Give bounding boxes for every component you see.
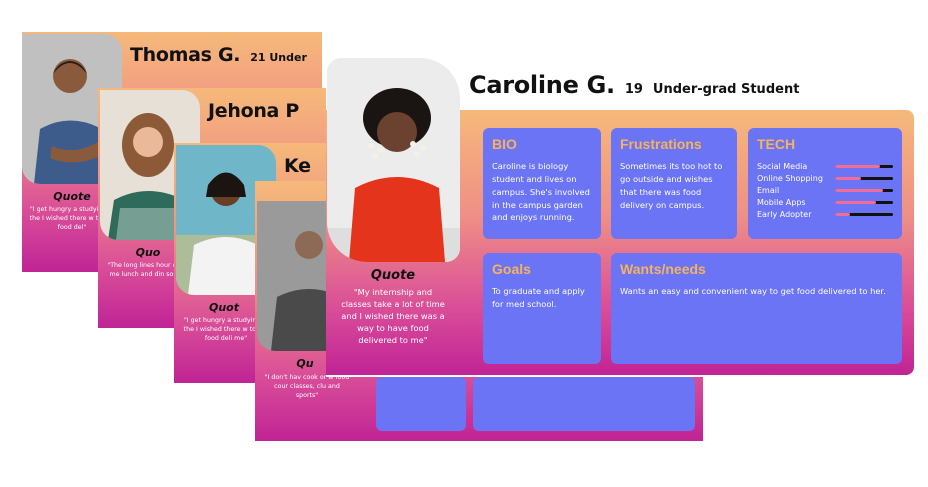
tech-level-bar [835,188,893,192]
tech-level-bar [835,200,893,204]
persona-meta: 21 Under [250,51,307,64]
tech-label: Mobile Apps [757,197,806,207]
tech-label: Email [757,185,780,195]
persona-name-row: Caroline G. 19 Under-grad Student [469,71,799,99]
frustrations-text: Sometimes its too hot to go outside and … [620,161,723,210]
persona-age: 19 [624,82,643,97]
quote-text: "I don't hav cook or w food cour classes… [264,374,350,400]
frustrations-title: Frustrations [620,136,702,152]
persona-card-caroline[interactable]: Caroline G. 19 Under-grad Student Quote "M… [326,57,916,377]
tech-row: Early Adopter [757,208,893,220]
tech-label: Early Adopter [757,209,812,219]
box-partial-2 [473,377,695,431]
frustrations-box: Frustrations Sometimes its too hot to go… [611,128,737,239]
quote-title: Quote [370,268,416,283]
wants-needs-text: Wants an easy and convenient way to get … [620,286,886,296]
quote-text: "My internship and classes take a lot of… [341,287,445,346]
persona-name-row: Ke [284,155,311,177]
persona-role: Under-grad Student [652,82,800,97]
wants-needs-title: Wants/needs [620,261,706,277]
bio-text: Caroline is biology student and lives on… [492,161,590,223]
persona-name: Ke [284,155,311,177]
tech-title: TECH [757,136,796,152]
persona-name: Thomas G. [130,44,241,66]
goals-text: To graduate and apply for med school. [492,286,585,309]
tech-row: Online Shopping [757,172,893,184]
tech-label: Online Shopping [757,173,823,183]
persona-name: Caroline G. [469,71,615,99]
tech-level-bar [835,164,893,168]
bio-title: BIO [492,136,517,152]
goals-box: Goals To graduate and apply for med scho… [483,253,601,364]
wants-needs-box: Wants/needs Wants an easy and convenient… [611,253,902,364]
goals-title: Goals [492,261,531,277]
persona-name-row: Jehona P [208,100,299,122]
persona-name-row: Thomas G. 21 Under [130,44,307,66]
tech-level-bar [835,212,893,216]
tech-box: TECH Social Media Online Shopping Email … [748,128,902,239]
box-partial-1 [376,377,466,431]
persona-photo [327,58,460,262]
tech-row: Email [757,184,893,196]
bio-box: BIO Caroline is biology student and live… [483,128,601,239]
persona-name: Jehona P [208,100,300,122]
tech-label: Social Media [757,161,808,171]
tech-row: Mobile Apps [757,196,893,208]
tech-level-bar [835,176,893,180]
tech-row: Social Media [757,160,893,172]
